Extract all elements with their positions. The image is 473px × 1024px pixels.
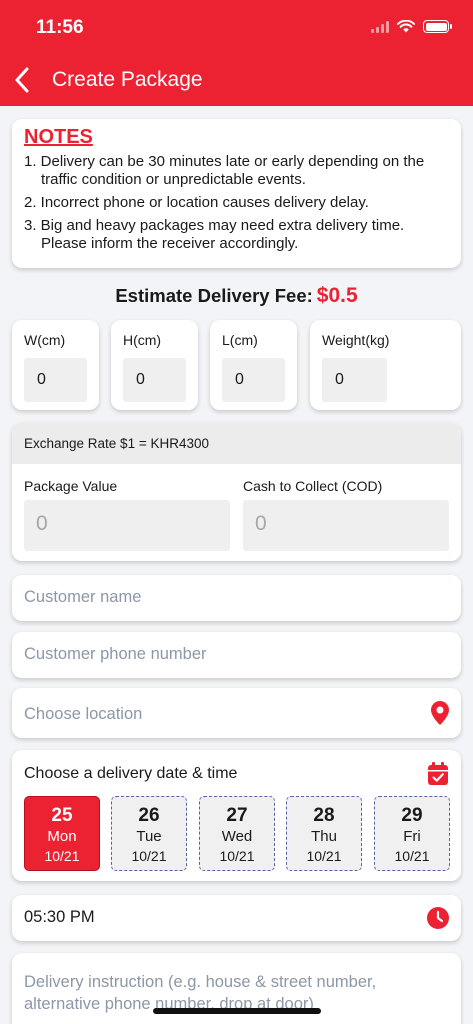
date-option-mon[interactable]: 25 Mon 10/21 xyxy=(24,796,100,871)
status-icons xyxy=(371,20,452,33)
estimate-fee-label: Estimate Delivery Fee: xyxy=(115,285,313,306)
customer-name-input[interactable]: Customer name xyxy=(12,575,461,621)
location-field[interactable]: Choose location xyxy=(12,688,461,738)
calendar-check-icon[interactable] xyxy=(427,762,449,786)
home-indicator xyxy=(153,1008,321,1014)
location-placeholder: Choose location xyxy=(24,705,143,723)
width-input[interactable]: 0 xyxy=(24,358,87,402)
date-month-year: 10/21 xyxy=(131,848,167,864)
width-label: W(cm) xyxy=(24,332,66,348)
note-item: 3. Big and heavy packages may need extra… xyxy=(24,217,405,252)
money-card: Exchange Rate $1 = KHR4300 Package Value… xyxy=(12,423,461,561)
page-title: Create Package xyxy=(52,68,203,91)
date-day-number: 26 xyxy=(138,805,160,826)
date-day-number: 28 xyxy=(313,805,335,826)
date-day-number: 25 xyxy=(51,805,73,826)
date-weekday: Wed xyxy=(221,828,253,845)
cod-label: Cash to Collect (COD) xyxy=(243,478,383,494)
date-month-year: 10/21 xyxy=(44,848,80,864)
date-option-wed[interactable]: 27 Wed 10/21 xyxy=(199,796,275,871)
status-time: 11:56 xyxy=(36,17,84,38)
weight-label: Weight(kg) xyxy=(322,332,390,348)
package-value-input[interactable]: 0 xyxy=(24,500,230,551)
estimate-fee: Estimate Delivery Fee: $0.5 xyxy=(0,284,473,308)
date-option-tue[interactable]: 26 Tue 10/21 xyxy=(111,796,187,871)
date-day-number: 27 xyxy=(226,805,248,826)
length-input[interactable]: 0 xyxy=(222,358,285,402)
package-value-label: Package Value xyxy=(24,478,118,494)
length-card: L(cm) 0 xyxy=(210,320,297,410)
delivery-time-value: 05:30 PM xyxy=(24,908,95,926)
date-month-year: 10/21 xyxy=(394,848,430,864)
location-pin-icon[interactable] xyxy=(431,701,449,725)
clock-icon[interactable] xyxy=(427,907,449,929)
estimate-fee-amount: $0.5 xyxy=(316,284,358,307)
cod-input[interactable]: 0 xyxy=(243,500,449,551)
height-label: H(cm) xyxy=(123,332,162,348)
date-day-number: 29 xyxy=(401,805,423,826)
delivery-time-field[interactable]: 05:30 PM xyxy=(12,895,461,941)
weight-input[interactable]: 0 xyxy=(322,358,387,402)
date-option-thu[interactable]: 28 Thu 10/21 xyxy=(286,796,362,871)
delivery-date-title: Choose a delivery date & time xyxy=(24,765,238,782)
cellular-signal-icon xyxy=(371,20,389,33)
notes-card: NOTES 1. Delivery can be 30 minutes late… xyxy=(12,119,461,268)
height-input[interactable]: 0 xyxy=(123,358,186,402)
date-month-year: 10/21 xyxy=(219,848,255,864)
date-option-fri[interactable]: 29 Fri 10/21 xyxy=(374,796,450,871)
exchange-rate: Exchange Rate $1 = KHR4300 xyxy=(12,423,461,464)
back-chevron-icon xyxy=(15,67,29,93)
customer-phone-input[interactable]: Customer phone number xyxy=(12,632,461,678)
battery-icon xyxy=(423,20,452,33)
app-header: 11:56 Create Package xyxy=(0,0,473,106)
date-weekday: Thu xyxy=(311,828,337,845)
back-button[interactable] xyxy=(14,64,38,96)
note-item: 2. Incorrect phone or location causes de… xyxy=(24,194,369,211)
notes-title: NOTES xyxy=(24,126,93,148)
width-card: W(cm) 0 xyxy=(12,320,99,410)
date-weekday: Mon xyxy=(47,828,77,845)
date-weekday: Tue xyxy=(136,828,162,845)
note-item: 1. Delivery can be 30 minutes late or ea… xyxy=(24,153,425,188)
length-label: L(cm) xyxy=(222,332,258,348)
date-weekday: Fri xyxy=(403,828,421,845)
weight-card: Weight(kg) 0 xyxy=(310,320,461,410)
date-month-year: 10/21 xyxy=(306,848,342,864)
wifi-icon xyxy=(397,20,415,33)
height-card: H(cm) 0 xyxy=(111,320,198,410)
delivery-date-card: Choose a delivery date & time 25 Mon 10/… xyxy=(12,750,461,881)
